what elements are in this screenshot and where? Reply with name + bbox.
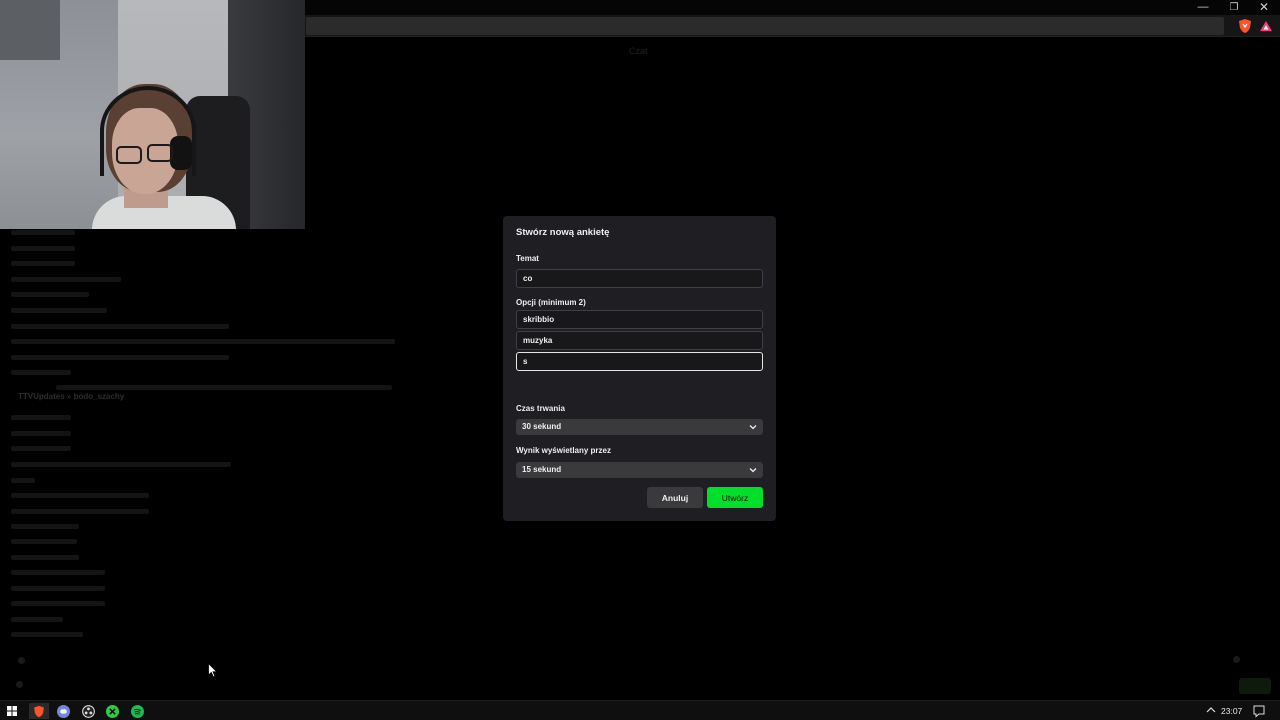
chat-line (11, 539, 77, 544)
result-duration-value: 15 sekund (522, 465, 562, 474)
create-poll-button[interactable]: Utwórz (707, 487, 763, 508)
mouse-cursor-icon (208, 663, 218, 678)
chat-line (11, 277, 121, 282)
spotify-icon[interactable] (129, 703, 145, 719)
maximize-button[interactable]: ❐ (1219, 0, 1249, 15)
chat-line (11, 570, 105, 575)
cancel-button[interactable]: Anuluj (647, 487, 703, 508)
notification-center-icon[interactable] (1252, 704, 1266, 718)
options-label: Opcji (minimum 2) (516, 298, 586, 307)
chat-area (0, 190, 420, 660)
chat-line (11, 446, 71, 451)
xsplit-icon[interactable] (104, 703, 120, 719)
option-input-1[interactable] (516, 310, 763, 329)
duration-value: 30 sekund (522, 422, 562, 431)
result-duration-select[interactable]: 15 sekund (516, 462, 763, 478)
option-input-2[interactable] (516, 331, 763, 350)
channel-points-icon (16, 681, 23, 688)
chat-line (11, 324, 229, 329)
chat-settings-icon (1233, 656, 1240, 663)
system-clock[interactable]: 23:07 (1221, 706, 1242, 716)
windows-taskbar: 23:07 (0, 700, 1280, 720)
chat-line (11, 555, 79, 560)
tray-chevron-up-icon[interactable] (1205, 704, 1217, 716)
chat-header-text: Czat (629, 46, 648, 56)
chat-line (11, 308, 107, 313)
brave-shield-icon[interactable] (1238, 18, 1252, 34)
minimize-button[interactable]: — (1188, 0, 1218, 15)
chat-line (11, 261, 75, 266)
chat-line (11, 246, 75, 251)
windows-start-icon[interactable] (4, 703, 20, 719)
chat-line (11, 431, 71, 436)
chat-line (11, 462, 231, 467)
webcam-glasses (116, 146, 142, 164)
duration-label: Czas trwania (516, 404, 565, 413)
chat-highlight-message: TTVUpdates » bodo_szachy (18, 392, 125, 401)
chat-line (11, 632, 83, 637)
chat-line (11, 370, 71, 375)
chat-line (11, 601, 105, 606)
address-bar[interactable] (306, 17, 1224, 35)
chat-line (11, 415, 71, 420)
chat-send-button (1239, 678, 1271, 694)
result-duration-label: Wynik wyświetlany przez (516, 446, 611, 455)
close-button[interactable]: ✕ (1249, 0, 1279, 15)
option-input-3[interactable] (516, 352, 763, 371)
chevron-down-icon (749, 468, 757, 473)
topic-label: Temat (516, 254, 539, 263)
create-poll-modal: Stwórz nową ankietę Temat Opcji (minimum… (503, 216, 776, 521)
chat-line (11, 617, 63, 622)
chat-line (11, 355, 229, 360)
brave-rewards-icon[interactable] (1259, 18, 1273, 34)
obs-icon[interactable] (80, 703, 96, 719)
webcam-background (0, 0, 60, 60)
webcam-overlay (0, 0, 305, 229)
topic-input[interactable] (516, 269, 763, 288)
modal-title: Stwórz nową ankietę (516, 227, 610, 238)
chat-line (11, 586, 105, 591)
webcam-headset (170, 136, 192, 170)
chat-line (56, 385, 392, 390)
chat-emote-icon (18, 657, 25, 664)
brave-browser-icon[interactable] (29, 703, 49, 719)
chevron-down-icon (749, 425, 757, 430)
chat-line (11, 292, 89, 297)
duration-select[interactable]: 30 sekund (516, 419, 763, 435)
chat-line (11, 509, 149, 514)
discord-icon[interactable] (55, 703, 71, 719)
chat-line (11, 493, 149, 498)
chat-line (11, 524, 79, 529)
webcam-glasses (147, 144, 173, 162)
chat-line (11, 339, 395, 344)
chat-line (11, 230, 75, 235)
chat-line (11, 478, 35, 483)
